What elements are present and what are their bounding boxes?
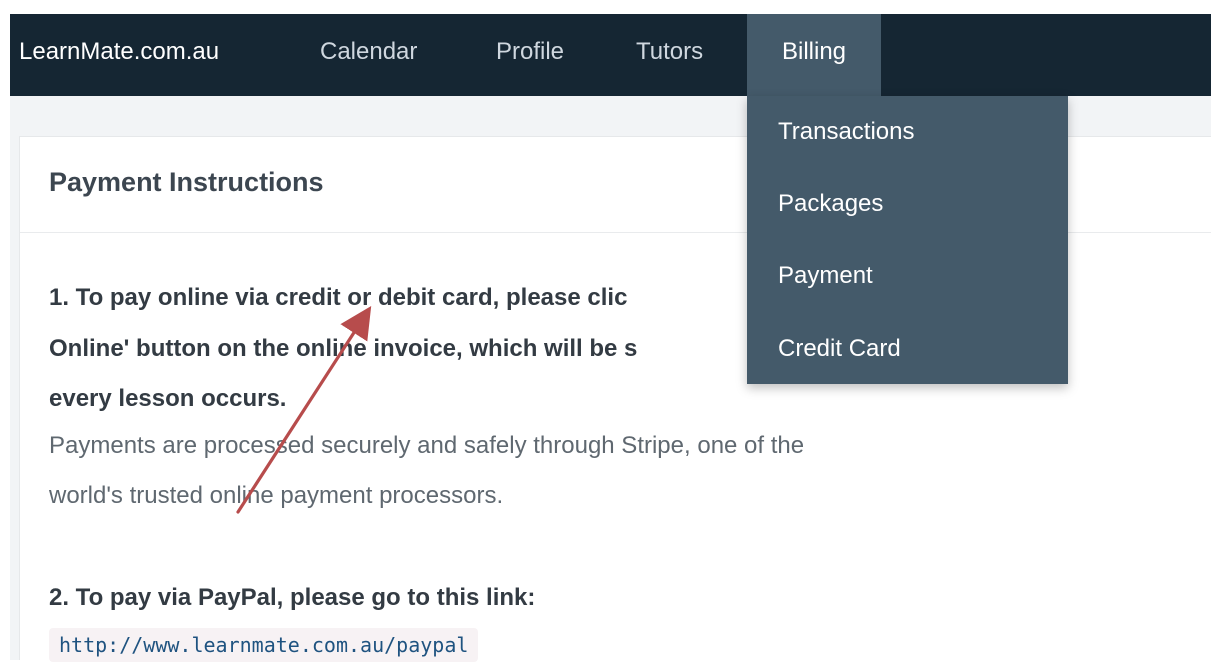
instruction-1-line-1: 1. To pay online via credit or debit car… [49,284,628,311]
billing-dropdown-menu: Transactions Packages Payment Credit Car… [747,96,1068,384]
nav-tutors[interactable]: Tutors [636,14,703,96]
instruction-2-text: 2. To pay via PayPal, please go to this … [49,584,536,611]
instruction-1-detail-1: Payments are processed securely and safe… [49,432,805,459]
nav-calendar[interactable]: Calendar [320,14,417,96]
menu-item-credit-card[interactable]: Credit Card [778,335,901,363]
nav-billing[interactable]: Billing [747,14,881,96]
menu-item-payment[interactable]: Payment [778,262,873,290]
menu-item-transactions[interactable]: Transactions [778,118,915,146]
menu-item-packages[interactable]: Packages [778,190,883,218]
nav-profile[interactable]: Profile [496,14,564,96]
instruction-1-detail-2: world's trusted online payment processor… [49,482,504,509]
instruction-1-line-3: every lesson occurs. [49,385,287,412]
panel-title: Payment Instructions [49,167,324,197]
paypal-link[interactable]: http://www.learnmate.com.au/paypal [49,628,479,662]
instruction-1-line-2: Online' button on the online invoice, wh… [49,335,638,362]
top-navbar: LearnMate.com.au Calendar Profile Tutors… [10,14,1211,96]
brand-logo[interactable]: LearnMate.com.au [19,14,219,96]
nav-billing-label: Billing [781,38,847,65]
